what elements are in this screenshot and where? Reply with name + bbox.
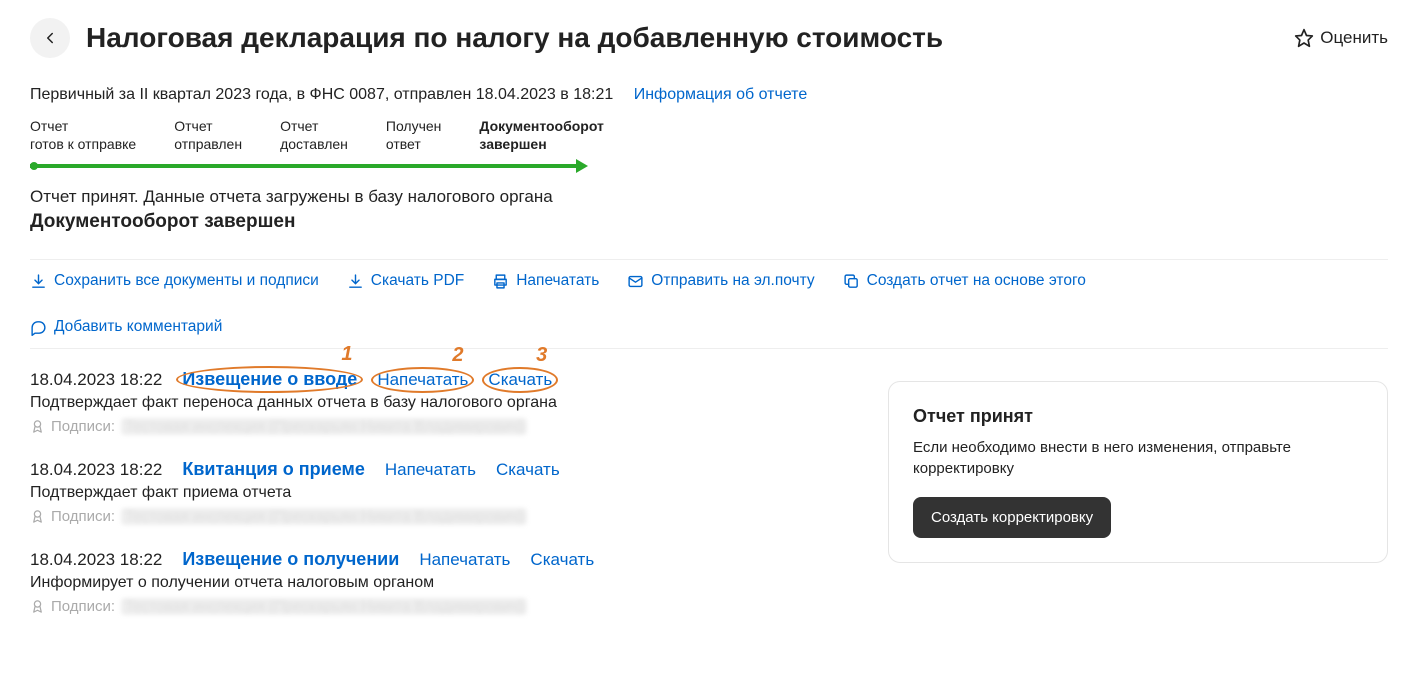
- add-comment-button[interactable]: Добавить комментарий: [30, 318, 1388, 336]
- status-bold: Документооборот завершен: [30, 211, 1388, 233]
- download-pdf-button[interactable]: Скачать PDF: [347, 272, 464, 290]
- page-title: Налоговая декларация по налогу на добавл…: [86, 22, 1278, 54]
- back-button[interactable]: [30, 18, 70, 58]
- event-item: 18.04.2023 18:22 Извещение о получении Нап…: [30, 549, 848, 615]
- event-signatures: Подписи:Тестовая инспекция (Прескарьян Н…: [30, 598, 848, 615]
- side-panel: Отчет принят Если необходимо внести в не…: [888, 381, 1388, 563]
- event-timestamp: 18.04.2023 18:22: [30, 460, 162, 480]
- event-main-link[interactable]: Квитанция о приеме: [182, 459, 364, 480]
- event-download-link[interactable]: Скачать: [488, 370, 552, 390]
- events-list: 18.04.2023 18:22 Извещение о вводе Напечат…: [30, 369, 848, 639]
- event-timestamp: 18.04.2023 18:22: [30, 550, 162, 570]
- create-based-button[interactable]: Создать отчет на основе этого: [843, 272, 1086, 290]
- comment-icon: [30, 319, 47, 336]
- download-pdf-label: Скачать PDF: [371, 272, 464, 290]
- printer-icon: [492, 273, 509, 290]
- action-bar: Сохранить все документы и подписи Скачат…: [30, 259, 1388, 349]
- event-description: Информирует о получении отчета налоговым…: [30, 574, 848, 592]
- rate-button[interactable]: Оценить: [1294, 28, 1388, 48]
- event-item: 18.04.2023 18:22 Извещение о вводе Напечат…: [30, 369, 848, 435]
- star-icon: [1294, 28, 1314, 48]
- download-icon: [30, 273, 47, 290]
- copy-icon: [843, 273, 860, 290]
- progress-stage: Отчетотправлен: [174, 118, 242, 153]
- event-main-link[interactable]: Извещение о вводе: [182, 369, 357, 390]
- event-print-link[interactable]: Напечатать: [419, 550, 510, 570]
- progress-stage: Отчетготов к отправке: [30, 118, 136, 153]
- event-main-link[interactable]: Извещение о получении: [182, 549, 399, 570]
- ribbon-icon: [30, 419, 45, 434]
- event-print-link[interactable]: Напечатать: [377, 370, 468, 390]
- email-label: Отправить на эл.почту: [651, 272, 814, 290]
- print-button[interactable]: Напечатать: [492, 272, 599, 290]
- create-based-label: Создать отчет на основе этого: [867, 272, 1086, 290]
- progress-stage: Полученответ: [386, 118, 442, 153]
- download-icon: [347, 273, 364, 290]
- event-print-link[interactable]: Напечатать: [385, 460, 476, 480]
- progress-stages: Отчетготов к отправке Отчетотправлен Отчет…: [30, 118, 1388, 153]
- progress-stage: Отчетдоставлен: [280, 118, 348, 153]
- event-signatures: Подписи:Тестовая инспекция (Прескарьян Н…: [30, 418, 848, 435]
- status-text: Отчет принят. Данные отчета загружены в …: [30, 187, 1388, 207]
- save-all-label: Сохранить все документы и подписи: [54, 272, 319, 290]
- create-correction-button[interactable]: Создать корректировку: [913, 497, 1111, 538]
- event-description: Подтверждает факт приема отчета: [30, 484, 848, 502]
- ribbon-icon: [30, 509, 45, 524]
- mail-icon: [627, 273, 644, 290]
- event-signatures: Подписи:Тестовая инспекция (Прескарьян Н…: [30, 508, 848, 525]
- event-description: Подтверждает факт переноса данных отчета…: [30, 394, 848, 412]
- panel-text: Если необходимо внести в него изменения,…: [913, 437, 1363, 479]
- progress-arrow: [30, 159, 588, 173]
- ribbon-icon: [30, 599, 45, 614]
- event-download-link[interactable]: Скачать: [530, 550, 594, 570]
- panel-title: Отчет принят: [913, 406, 1363, 427]
- rate-label: Оценить: [1320, 28, 1388, 48]
- report-info-link[interactable]: Информация об отчете: [634, 86, 808, 103]
- meta-summary: Первичный за II квартал 2023 года, в ФНС…: [30, 86, 613, 103]
- event-timestamp: 18.04.2023 18:22: [30, 370, 162, 390]
- event-item: 18.04.2023 18:22 Квитанция о приеме Напеча…: [30, 459, 848, 525]
- progress-stage: Документооборотзавершен: [479, 118, 604, 153]
- chevron-left-icon: [41, 29, 59, 47]
- email-button[interactable]: Отправить на эл.почту: [627, 272, 814, 290]
- print-label: Напечатать: [516, 272, 599, 290]
- event-download-link[interactable]: Скачать: [496, 460, 560, 480]
- add-comment-label: Добавить комментарий: [54, 318, 222, 336]
- save-all-button[interactable]: Сохранить все документы и подписи: [30, 272, 319, 290]
